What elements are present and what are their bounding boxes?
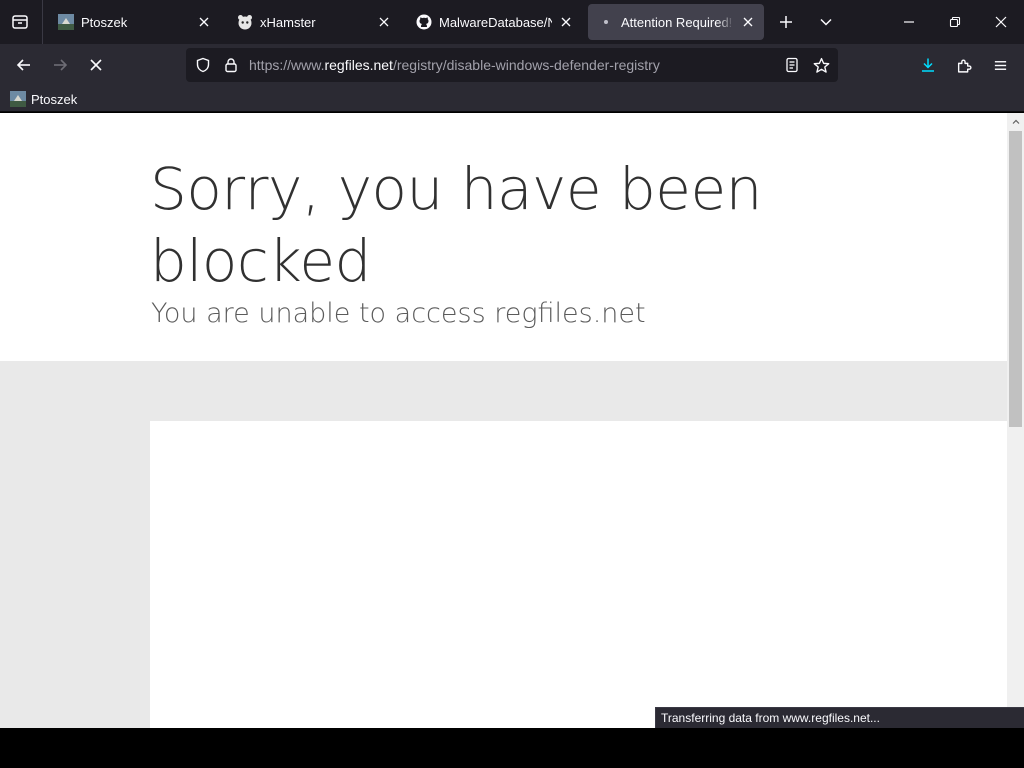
status-panel: Transferring data from www.regfiles.net.… [655, 707, 1024, 728]
star-icon [813, 57, 829, 73]
download-icon [922, 58, 934, 72]
page-title: Sorry, you have been blocked [150, 155, 762, 295]
forward-arrow-icon [54, 59, 68, 71]
bookmark-star-button[interactable] [811, 55, 831, 75]
content-card [150, 421, 1007, 728]
page-scrollbar[interactable] [1007, 113, 1024, 728]
loading-indicator [598, 14, 614, 30]
close-icon [561, 17, 571, 27]
menu-icon [994, 60, 1006, 70]
page-subtitle: You are unable to access regfiles.net [151, 298, 646, 329]
error-header: Sorry, you have been blocked You are una… [0, 113, 1007, 361]
tab-malwaredatabase[interactable]: MalwareDatabase/NoE [406, 4, 582, 40]
bookmark-ptoszek[interactable]: Ptoszek [10, 89, 77, 109]
scroll-up-arrow-icon [1012, 119, 1019, 124]
tab-list-icon [12, 15, 28, 29]
address-bar[interactable]: https://www.regfiles.net/registry/disabl… [186, 48, 838, 82]
tab-label: Ptoszek [81, 14, 128, 30]
tab-close-button[interactable] [194, 12, 214, 32]
bookmarks-toolbar: Ptoszek [0, 86, 1024, 112]
url-prefix: https://www. [249, 57, 325, 73]
extensions-button[interactable] [948, 49, 980, 81]
tracking-protection-button[interactable] [193, 55, 213, 75]
tab-label: xHamster [260, 14, 316, 30]
close-icon [743, 17, 753, 27]
bird-photo-favicon [10, 91, 26, 107]
tab-attention-required[interactable]: Attention Required! | Cl [588, 4, 764, 40]
url-host: regfiles.net [324, 57, 393, 73]
minimize-button[interactable] [895, 8, 923, 36]
url-text[interactable]: https://www.regfiles.net/registry/disabl… [249, 57, 660, 73]
extensions-icon [957, 59, 971, 73]
tab-ptoszek[interactable]: Ptoszek [48, 4, 220, 40]
window-close-button[interactable] [987, 8, 1015, 36]
minimize-icon [904, 21, 914, 23]
stop-loading-button[interactable] [80, 49, 112, 81]
chevron-down-icon [820, 18, 832, 26]
close-icon [379, 17, 389, 27]
tab-label: Attention Required! | Cl [621, 14, 734, 30]
plus-icon [780, 16, 792, 28]
tab-close-button[interactable] [556, 12, 576, 32]
back-arrow-icon [16, 59, 30, 71]
tab-strip-separator [42, 0, 43, 44]
new-tab-button[interactable] [772, 8, 800, 36]
shield-icon [196, 57, 210, 73]
tab-close-button[interactable] [374, 12, 394, 32]
back-button[interactable] [8, 49, 40, 81]
reader-view-icon [786, 57, 798, 73]
browser-window: Ptoszek xHamster MalwareDatabase/NoE [0, 0, 1024, 768]
lock-icon [225, 58, 237, 73]
os-taskbar [0, 728, 1024, 768]
list-all-tabs-button[interactable] [812, 8, 840, 36]
tab-list-button[interactable] [6, 8, 34, 36]
tab-close-button[interactable] [738, 12, 758, 32]
restore-icon [949, 16, 961, 28]
forward-button[interactable] [44, 49, 76, 81]
url-path: /registry/disable-windows-defender-regis… [392, 57, 660, 73]
app-menu-button[interactable] [984, 49, 1016, 81]
page-content: Sorry, you have been blocked You are una… [0, 113, 1007, 728]
scroll-up-button[interactable] [1007, 113, 1024, 130]
close-icon [199, 17, 209, 27]
github-favicon [416, 14, 432, 30]
xhamster-favicon [238, 15, 252, 30]
scroll-thumb[interactable] [1009, 131, 1022, 427]
bird-photo-favicon [58, 14, 74, 30]
tab-label: MalwareDatabase/NoE [439, 14, 552, 30]
reader-view-button[interactable] [782, 55, 802, 75]
downloads-button[interactable] [912, 49, 944, 81]
tab-xhamster[interactable]: xHamster [227, 4, 400, 40]
stop-loading-icon [90, 59, 102, 71]
site-info-button[interactable] [221, 55, 241, 75]
tab-strip: Ptoszek xHamster MalwareDatabase/NoE [0, 0, 1024, 44]
bookmark-label: Ptoszek [31, 91, 78, 107]
navigation-toolbar: https://www.regfiles.net/registry/disabl… [0, 44, 1024, 86]
window-close-icon [995, 16, 1007, 28]
restore-button[interactable] [941, 8, 969, 36]
